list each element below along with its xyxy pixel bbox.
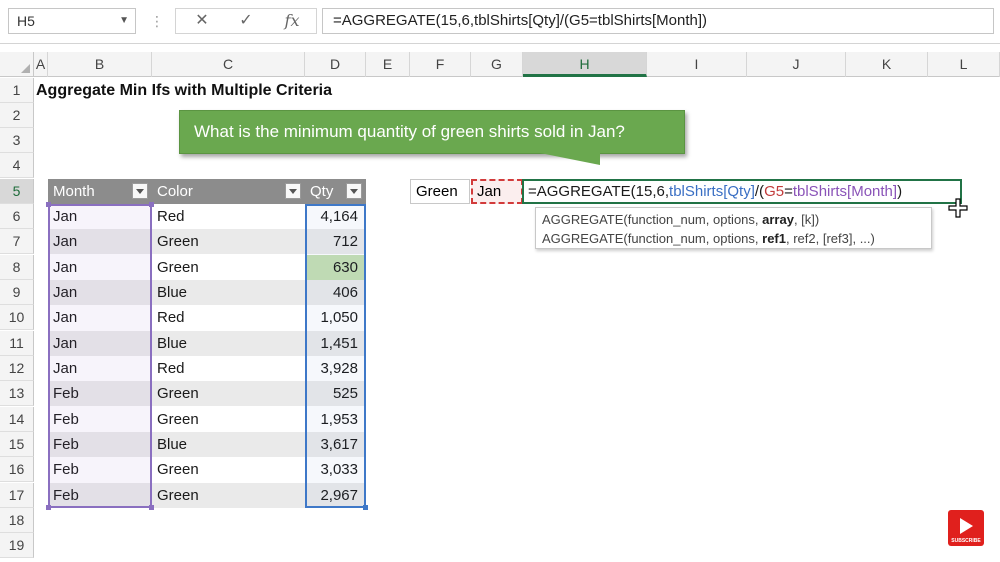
column-header-j[interactable]: J <box>747 52 846 77</box>
callout-tail <box>540 153 600 165</box>
range-handle[interactable] <box>149 202 154 207</box>
enter-icon[interactable]: ✓ <box>226 9 266 33</box>
criteria-color-cell[interactable]: Green <box>410 179 470 204</box>
column-header-f[interactable]: F <box>410 52 471 77</box>
range-handle[interactable] <box>363 505 368 510</box>
row-header-2[interactable]: 2 <box>0 103 34 128</box>
formula-part: =AGGREGATE(15,6, <box>528 183 670 200</box>
name-box[interactable]: H5 ▼ <box>8 8 136 34</box>
criteria-month-cell[interactable]: Jan <box>471 179 523 204</box>
range-handle[interactable] <box>46 202 51 207</box>
tooltip-syntax-ref[interactable]: AGGREGATE(function_num, options, ref1, r… <box>542 229 925 248</box>
row-header-1[interactable]: 1 <box>0 78 34 103</box>
cell-color[interactable]: Green <box>152 255 305 280</box>
row-header-15[interactable]: 15 <box>0 432 34 457</box>
column-header-l[interactable]: L <box>928 52 1000 77</box>
row-header-17[interactable]: 17 <box>0 483 34 508</box>
formula-part: /( <box>754 183 765 200</box>
cell-color[interactable]: Blue <box>152 432 305 457</box>
formula-part: = <box>784 183 793 200</box>
header-label: Color <box>157 183 193 200</box>
insert-function-icon[interactable]: fx <box>272 9 312 33</box>
cell-color[interactable]: Red <box>152 204 305 229</box>
cell-color[interactable]: Green <box>152 457 305 482</box>
range-handle[interactable] <box>46 505 51 510</box>
column-header-a[interactable]: A <box>34 52 48 77</box>
row-header-8[interactable]: 8 <box>0 255 34 280</box>
column-header-c[interactable]: C <box>152 52 305 77</box>
filter-dropdown-icon[interactable] <box>132 183 148 199</box>
play-icon <box>960 518 973 534</box>
cell-color[interactable]: Green <box>152 407 305 432</box>
more-options-icon[interactable]: ⋮ <box>150 10 164 32</box>
month-range-highlight <box>46 202 154 510</box>
table-header-qty[interactable]: Qty <box>305 179 366 204</box>
column-header-g[interactable]: G <box>471 52 523 77</box>
column-header-d[interactable]: D <box>305 52 366 77</box>
table-header-month[interactable]: Month <box>48 179 152 204</box>
cell-color[interactable]: Blue <box>152 280 305 305</box>
formula-part: ) <box>897 183 903 200</box>
row-header-19[interactable]: 19 <box>0 533 34 558</box>
header-label: Qty <box>310 183 334 200</box>
sheet-title[interactable]: Aggregate Min Ifs with Multiple Criteria <box>36 78 332 103</box>
function-tooltip: AGGREGATE(function_num, options, array, … <box>535 207 932 249</box>
row-header-4[interactable]: 4 <box>0 153 34 178</box>
cell-color[interactable]: Green <box>152 483 305 508</box>
column-header-e[interactable]: E <box>366 52 410 77</box>
row-header-7[interactable]: 7 <box>0 229 34 254</box>
row-header-13[interactable]: 13 <box>0 381 34 406</box>
column-header-b[interactable]: B <box>48 52 152 77</box>
row-header-18[interactable]: 18 <box>0 508 34 533</box>
subscribe-label: SUBSCRIBE <box>951 538 981 544</box>
cell-color[interactable]: Green <box>152 229 305 254</box>
row-header-11[interactable]: 11 <box>0 331 34 356</box>
formula-input[interactable]: =AGGREGATE(15,6,tblShirts[Qty]/(G5=tblSh… <box>322 8 994 34</box>
cell-color[interactable]: Red <box>152 305 305 330</box>
row-header-5[interactable]: 5 <box>0 179 34 204</box>
qty-range-highlight <box>305 204 368 510</box>
formula-ref-qty: tblShirts[Qty] <box>669 183 755 200</box>
select-all-button[interactable] <box>0 52 34 77</box>
chevron-down-icon[interactable]: ▼ <box>119 9 129 33</box>
row-header-9[interactable]: 9 <box>0 280 34 305</box>
header-label: Month <box>53 183 95 200</box>
question-callout: What is the minimum quantity of green sh… <box>179 110 685 154</box>
formula-ref-g5: G5 <box>764 183 785 200</box>
row-header-14[interactable]: 14 <box>0 407 34 432</box>
row-header-12[interactable]: 12 <box>0 356 34 381</box>
formula-buttons: ✕ ✓ fx <box>175 8 317 34</box>
formula-ref-month: tblShirts[Month] <box>792 183 898 200</box>
cell-color[interactable]: Green <box>152 381 305 406</box>
column-header-h[interactable]: H <box>523 52 647 77</box>
table-header-color[interactable]: Color <box>152 179 305 204</box>
name-box-value: H5 <box>17 13 35 29</box>
column-header-k[interactable]: K <box>846 52 928 77</box>
cursor-icon <box>948 198 968 218</box>
range-handle[interactable] <box>149 505 154 510</box>
row-header-10[interactable]: 10 <box>0 305 34 330</box>
column-header-i[interactable]: I <box>647 52 747 77</box>
active-formula-cell[interactable]: =AGGREGATE(15,6,tblShirts[Qty]/(G5=tblSh… <box>522 179 962 204</box>
tooltip-syntax-array[interactable]: AGGREGATE(function_num, options, array, … <box>542 210 925 229</box>
filter-dropdown-icon[interactable] <box>285 183 301 199</box>
cell-color[interactable]: Blue <box>152 331 305 356</box>
row-header-16[interactable]: 16 <box>0 457 34 482</box>
row-header-3[interactable]: 3 <box>0 128 34 153</box>
row-header-6[interactable]: 6 <box>0 204 34 229</box>
subscribe-button[interactable]: SUBSCRIBE <box>948 510 984 546</box>
filter-dropdown-icon[interactable] <box>346 183 362 199</box>
cell-color[interactable]: Red <box>152 356 305 381</box>
cancel-icon[interactable]: ✕ <box>182 9 222 33</box>
